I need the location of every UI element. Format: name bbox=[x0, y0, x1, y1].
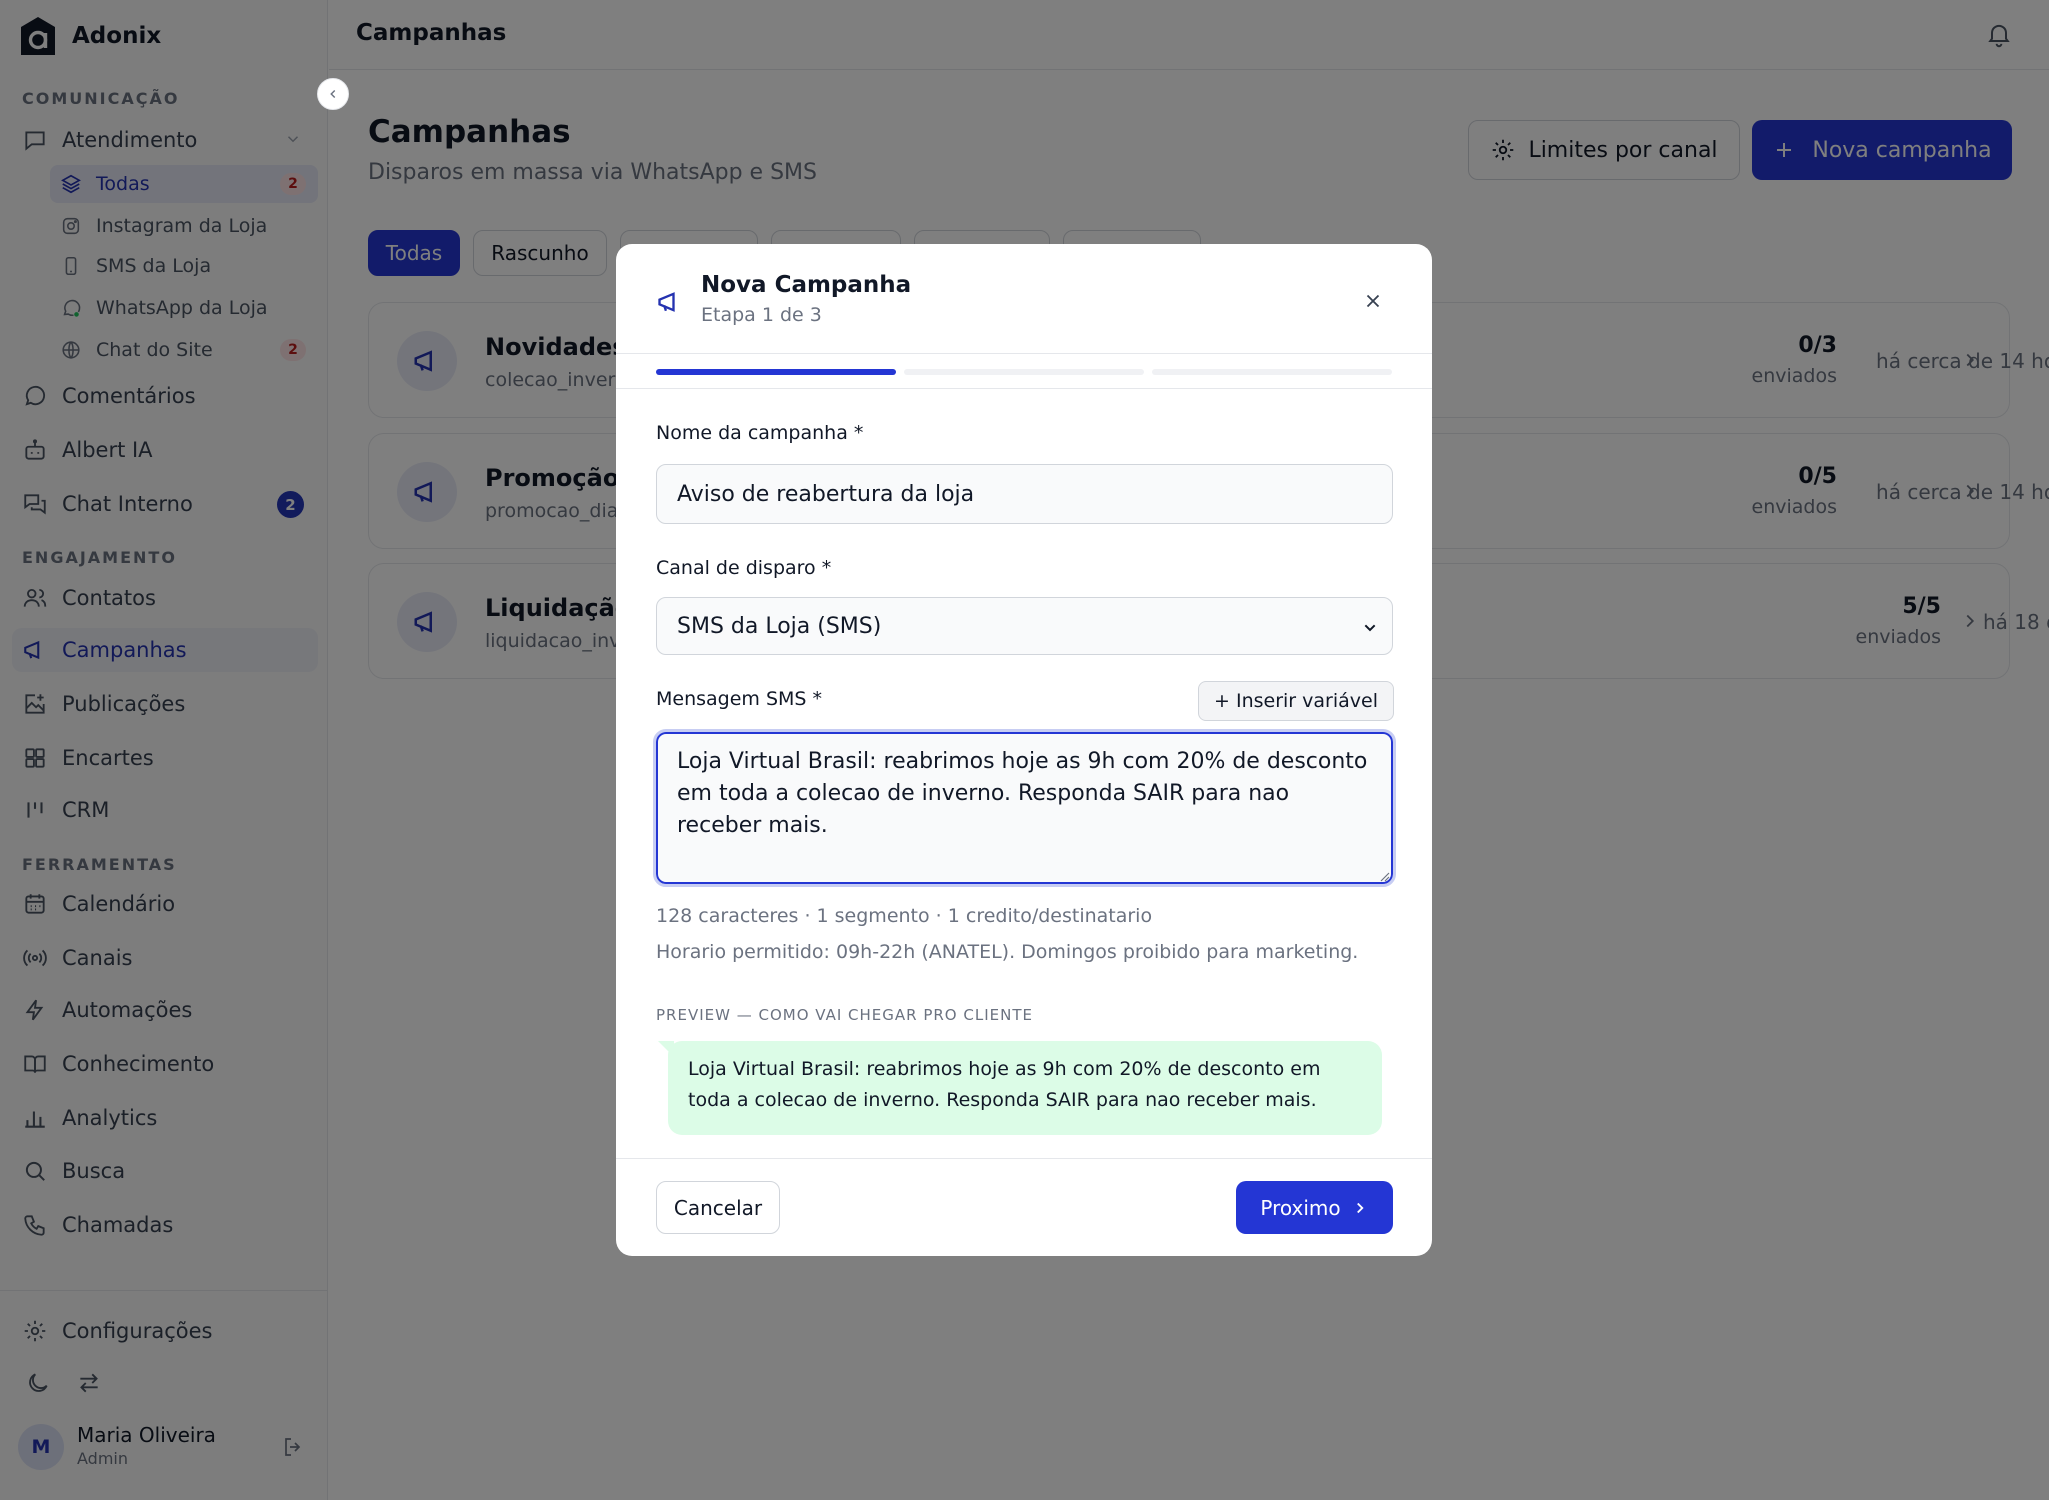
progress-step-1 bbox=[656, 369, 896, 375]
progress-step-3 bbox=[1152, 369, 1392, 375]
progress-fill bbox=[656, 369, 896, 375]
next-button-label: Proximo bbox=[1260, 1195, 1341, 1220]
modal-step: Etapa 1 de 3 bbox=[701, 304, 822, 326]
close-button[interactable] bbox=[1358, 286, 1388, 316]
sms-preview-bubble: Loja Virtual Brasil: reabrimos hoje as 9… bbox=[668, 1041, 1382, 1135]
close-icon bbox=[1366, 294, 1380, 308]
megaphone-icon bbox=[658, 292, 675, 312]
modal-divider bbox=[616, 353, 1432, 354]
modal-divider bbox=[616, 388, 1432, 389]
chevron-left-icon bbox=[330, 89, 336, 99]
collapse-sidebar-button[interactable] bbox=[317, 78, 349, 110]
channel-label: Canal de disparo * bbox=[656, 557, 832, 579]
campaign-name-input[interactable] bbox=[656, 464, 1393, 524]
modal-title: Nova Campanha bbox=[701, 272, 912, 298]
chevron-right-icon bbox=[1356, 1202, 1364, 1213]
chevron-down-icon bbox=[1364, 624, 1376, 632]
sms-message-textarea[interactable]: Loja Virtual Brasil: reabrimos hoje as 9… bbox=[653, 729, 1396, 887]
cancel-button[interactable]: Cancelar bbox=[656, 1181, 780, 1234]
progress-step-2 bbox=[904, 369, 1144, 375]
char-counter: 128 caracteres · 1 segmento · 1 credito/… bbox=[656, 905, 1153, 927]
schedule-hint: Horario permitido: 09h-22h (ANATEL). Dom… bbox=[656, 941, 1359, 963]
next-button[interactable]: Proximo bbox=[1236, 1181, 1393, 1234]
resize-grip-icon[interactable] bbox=[1378, 870, 1390, 882]
channel-select-value: SMS da Loja (SMS) bbox=[677, 613, 882, 639]
campaign-name-label: Nome da campanha * bbox=[656, 422, 864, 444]
modal-footer-divider bbox=[616, 1158, 1432, 1159]
new-campaign-modal: Nova Campanha Etapa 1 de 3 Nome da campa… bbox=[616, 244, 1432, 1256]
channel-select[interactable]: SMS da Loja (SMS) bbox=[656, 597, 1393, 655]
message-label: Mensagem SMS * bbox=[656, 688, 823, 710]
insert-variable-button[interactable]: + Inserir variável bbox=[1198, 681, 1394, 721]
preview-label: PREVIEW — COMO VAI CHEGAR PRO CLIENTE bbox=[656, 1006, 1033, 1024]
